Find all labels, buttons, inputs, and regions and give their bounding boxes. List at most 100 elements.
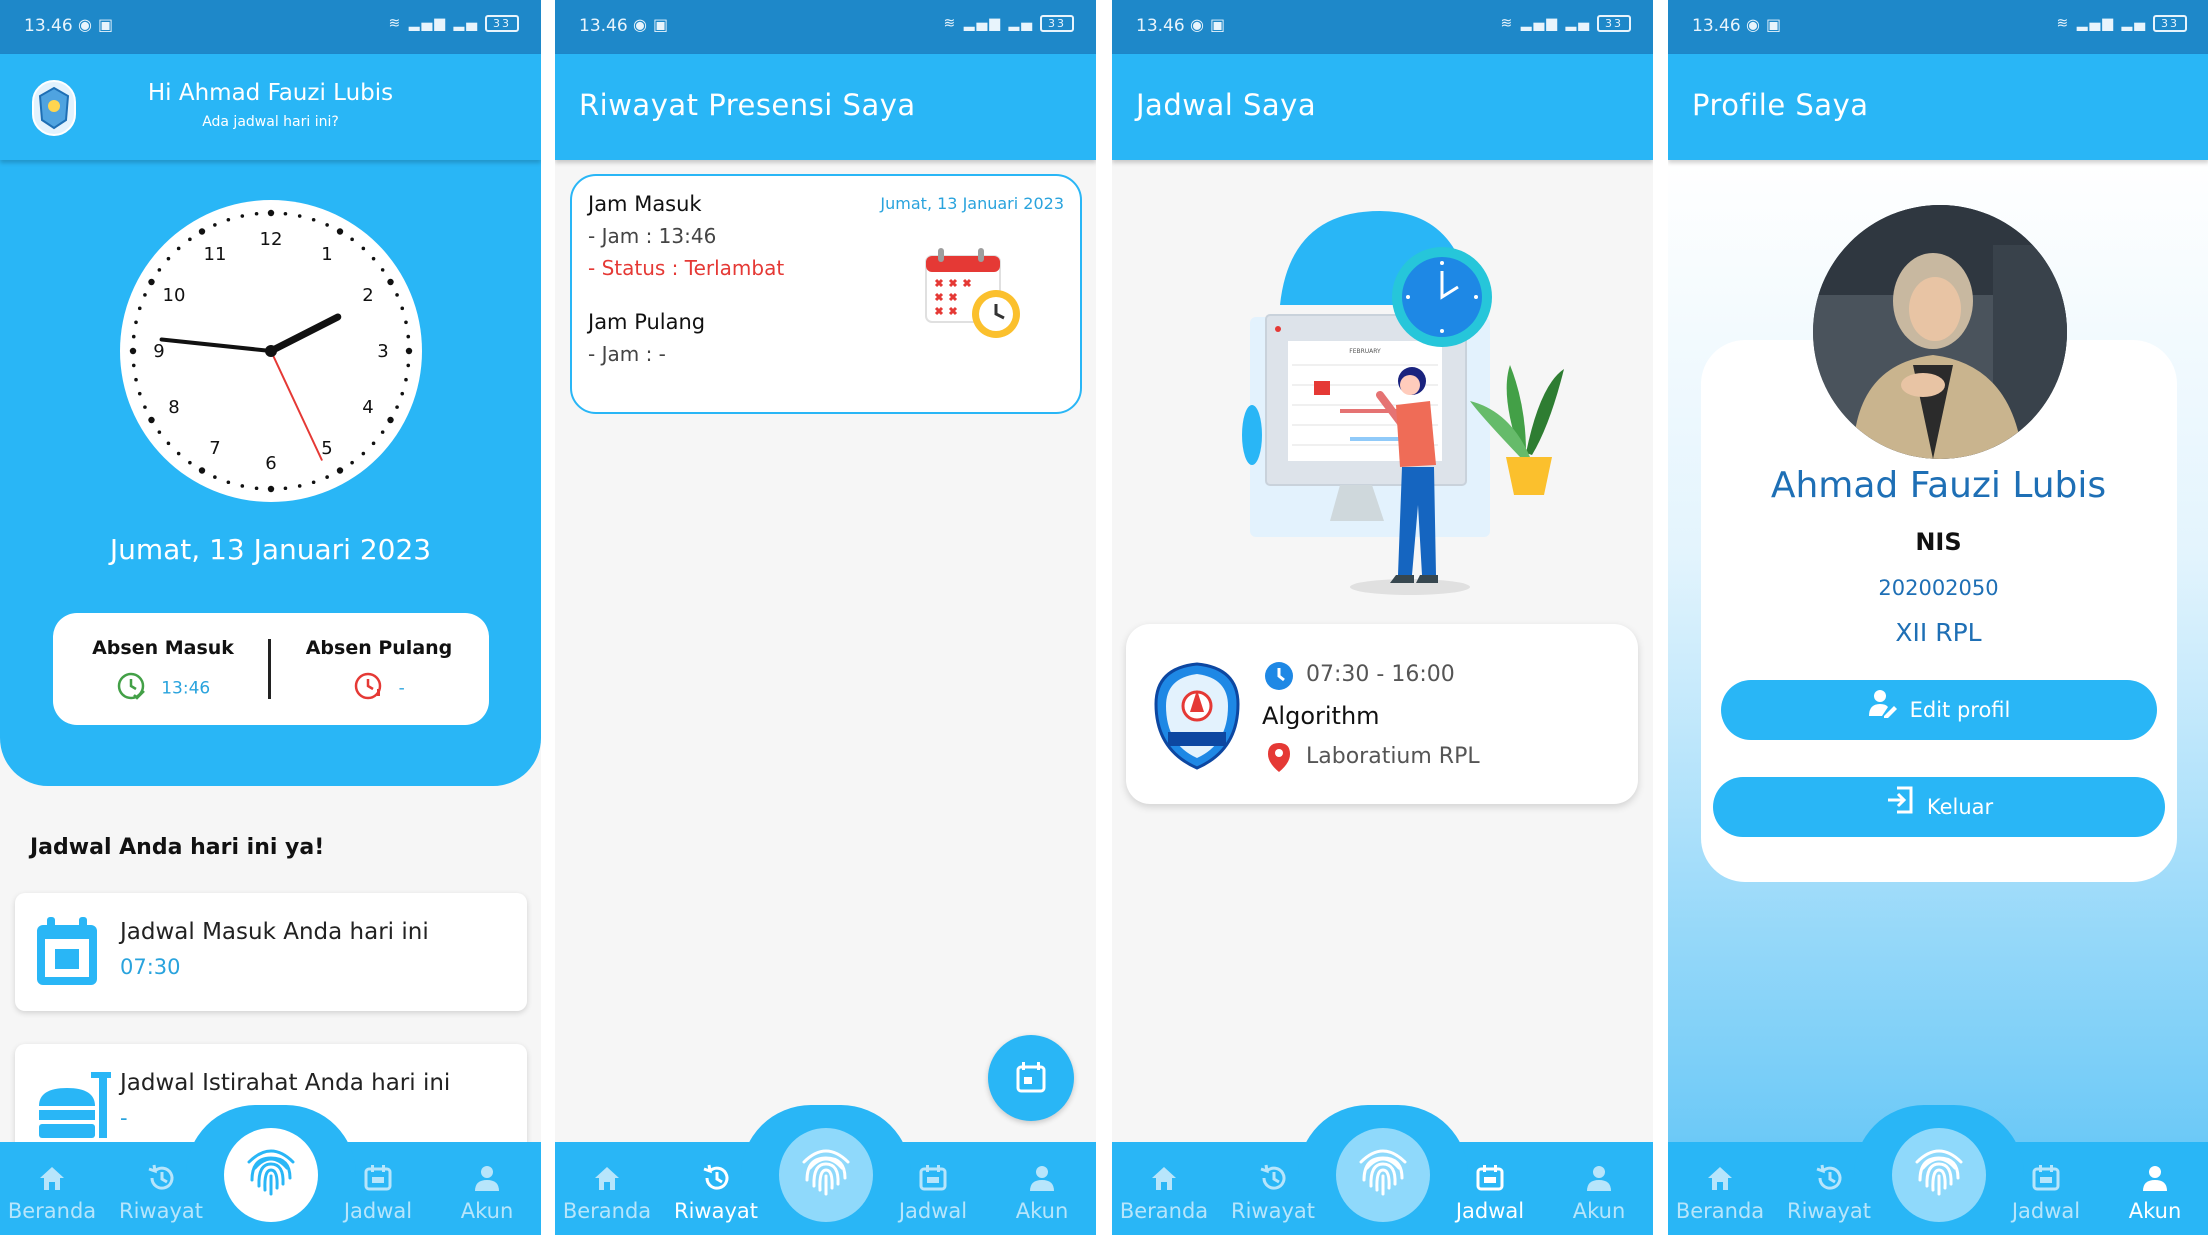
notification-icons: ◉▣ [78,15,120,34]
clock-number: 1 [321,244,332,265]
schedule-time: 07:30 - 16:00 [1306,662,1455,687]
history-icon [1225,1163,1321,1197]
fingerprint-icon [247,1149,294,1196]
greeting-subtitle: Ada jadwal hari ini? [202,114,339,130]
clock-tick [380,268,385,272]
nav-label: Jadwal [898,1199,968,1223]
pulang-heading: Jam Pulang [588,310,706,334]
nav-label: Beranda [1119,1199,1209,1223]
clock-tick [400,391,405,396]
nav-jadwal[interactable]: Jadwal [1442,1163,1538,1223]
schedule-icon [1998,1163,2094,1197]
nav-label: Riwayat [1231,1199,1315,1223]
clock-tick [311,480,316,485]
app-bar: Hi Ahmad Fauzi Lubis Ada jadwal hari ini… [0,54,541,160]
absen-pulang-label: Absen Pulang [305,637,453,659]
screen-jadwal: 13.46 ◉▣ ≋ ▂▄▆ ▂▄ 33 Jadwal Saya FEBRUARY [1112,0,1653,1235]
clock-tick [254,211,259,216]
masuk-status: - Status : Terlambat [588,256,785,280]
absen-masuk[interactable]: Absen Masuk 13:46 [63,637,263,706]
clock-number: 2 [362,285,373,306]
nav-riwayat[interactable]: Riwayat [113,1163,209,1223]
nav-beranda[interactable]: Beranda [1672,1163,1768,1223]
person-icon [439,1163,535,1197]
fingerprint-button[interactable] [223,1128,318,1222]
nav-jadwal[interactable]: Jadwal [330,1163,426,1223]
nav-label: Akun [2128,1199,2182,1223]
fingerprint-button[interactable] [1891,1128,1986,1222]
person-icon [994,1163,1090,1197]
fingerprint-button[interactable] [778,1128,873,1222]
clock-number: 9 [153,341,164,362]
nav-label: Akun [460,1199,514,1223]
edit-profile-label: Edit profil [1909,698,2011,722]
clock-tick [143,405,147,409]
schedule-icon [330,1163,426,1197]
clock-tick [134,377,138,382]
nav-beranda[interactable]: Beranda [559,1163,655,1223]
clock-tick [137,306,142,311]
clock-tick [311,217,316,222]
clock-tick [240,484,245,488]
absen-pulang-value: - [398,678,405,699]
app-bar: Profile Saya [1668,54,2208,160]
clock-number: 7 [209,438,220,459]
nav-label: Beranda [1675,1199,1765,1223]
clock-tick [400,306,405,311]
status-time: 13.46 [1136,16,1185,36]
clock-tick [395,293,399,297]
bottom-navigation: Beranda Riwayat Jadwal Akun [555,1105,1096,1235]
nav-riwayat[interactable]: Riwayat [1781,1163,1877,1223]
clock-check-icon [116,671,146,706]
absen-masuk-value: 13:46 [161,678,211,699]
nav-label: Riwayat [1787,1199,1871,1223]
home-icon [4,1163,100,1197]
calendar-icon [33,915,101,993]
screen-beranda: 13.46 ◉▣ ≋ ▂▄▆ ▂▄ 33 Hi Ahmad Fauzi Lubis… [0,0,541,1235]
page-title: Profile Saya [1692,88,1869,122]
clock-tick [387,278,394,286]
schedule-card-masuk[interactable]: Jadwal Masuk Anda hari ini 07:30 [15,893,527,1011]
status-time: 13.46 [1692,16,1741,36]
clock-number: 8 [168,397,179,418]
app-bar: Riwayat Presensi Saya [555,54,1096,160]
attendance-history-card[interactable]: Jumat, 13 Januari 2023 Jam Masuk - Jam :… [570,174,1082,414]
schedule-detail-card[interactable]: 07:30 - 16:00 Algorithm Laboratium RPL [1126,624,1638,804]
nav-riwayat[interactable]: Riwayat [668,1163,764,1223]
schedule-room: Laboratium RPL [1306,744,1480,769]
absen-pulang[interactable]: Absen Pulang - [279,637,479,706]
nav-beranda[interactable]: Beranda [4,1163,100,1223]
nav-jadwal[interactable]: Jadwal [1998,1163,2094,1223]
calendar-icon [1016,1062,1046,1093]
nav-akun[interactable]: Akun [2107,1163,2203,1223]
logout-button[interactable]: Keluar [1713,777,2165,837]
nav-beranda[interactable]: Beranda [1116,1163,1212,1223]
home-icon [1116,1163,1212,1197]
history-icon [668,1163,764,1197]
nav-label: Jadwal [2011,1199,2081,1223]
bottom-navigation: Beranda Riwayat Jadwal Akun [1668,1105,2208,1235]
nav-jadwal[interactable]: Jadwal [885,1163,981,1223]
nav-akun[interactable]: Akun [1551,1163,1647,1223]
fingerprint-button[interactable] [1335,1128,1430,1222]
clock-tick [188,237,192,242]
schedule-card-title: Jadwal Istirahat Anda hari ini [120,1070,451,1096]
nav-akun[interactable]: Akun [439,1163,535,1223]
nav-riwayat[interactable]: Riwayat [1225,1163,1321,1223]
page-title: Riwayat Presensi Saya [579,88,916,122]
calendar-fab-button[interactable] [988,1035,1074,1121]
clock-tick [350,460,354,465]
illustration-month: FEBRUARY [1349,348,1381,355]
nav-akun[interactable]: Akun [994,1163,1090,1223]
profile-avatar[interactable] [1813,205,2067,459]
edit-profile-button[interactable]: Edit profil [1721,680,2157,740]
location-pin-icon [1266,741,1292,777]
clock-tick [148,416,155,424]
clock-tick [361,246,366,251]
person-icon [2107,1163,2203,1197]
clock-alert-icon [353,671,383,706]
divider [268,639,271,699]
status-bar: 13.46 ◉▣ ≋ ▂▄▆ ▂▄ 33 [1668,0,2208,54]
clock-tick [406,334,411,339]
clock-tick [129,347,137,355]
